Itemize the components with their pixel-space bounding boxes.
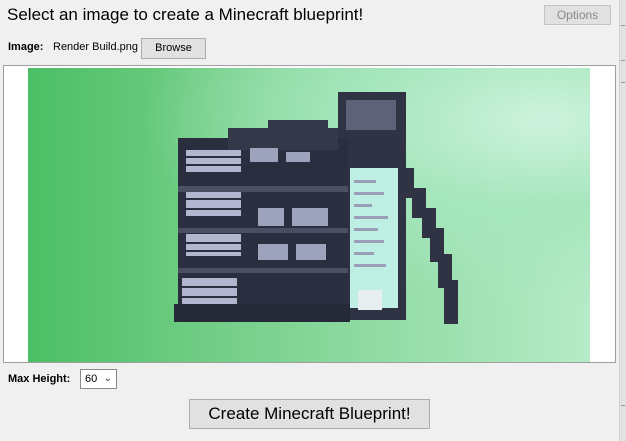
preview-image <box>28 68 590 362</box>
max-height-value: 60 <box>85 373 98 385</box>
max-height-label: Max Height: <box>8 373 71 385</box>
max-height-select[interactable]: 60 ⌄ <box>80 369 117 389</box>
chevron-down-icon: ⌄ <box>103 373 112 384</box>
page-title: Select an image to create a Minecraft bl… <box>7 5 364 24</box>
image-label: Image: <box>8 41 44 53</box>
image-preview-panel <box>3 65 616 363</box>
image-filename: Render Build.png <box>53 41 139 53</box>
create-blueprint-button[interactable]: Create Minecraft Blueprint! <box>189 399 430 429</box>
browse-button[interactable]: Browse <box>141 38 206 59</box>
window-right-edge <box>619 0 626 441</box>
minecraft-build-render <box>174 92 458 324</box>
options-button[interactable]: Options <box>544 5 611 25</box>
